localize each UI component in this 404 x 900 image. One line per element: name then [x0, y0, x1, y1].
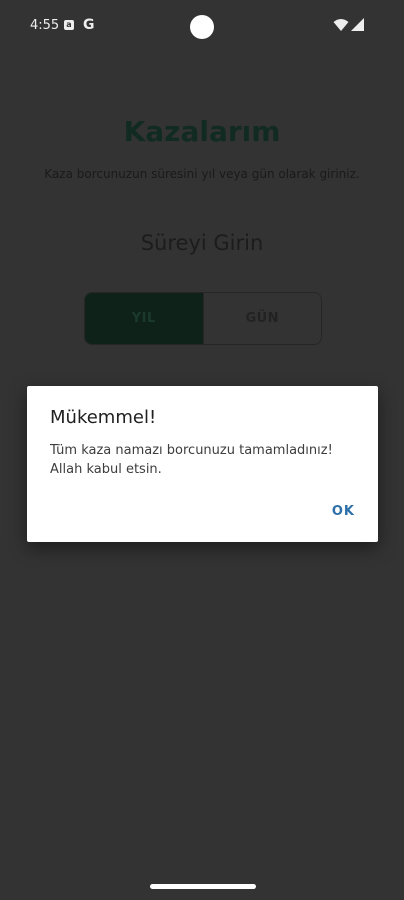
status-time: 4:55: [30, 18, 60, 33]
success-dialog: Mükemmel! Tüm kaza namazı borcunuzu tama…: [27, 386, 378, 542]
segment-yil[interactable]: YIL: [85, 293, 204, 344]
home-indicator[interactable]: [150, 884, 256, 889]
app-subtitle: Kaza borcunuzun süresini yıl veya gün ol…: [44, 167, 360, 181]
signal-icon: [351, 18, 364, 31]
duration-unit-toggle: YIL GÜN: [84, 292, 322, 345]
google-icon: G: [83, 17, 95, 33]
ok-button[interactable]: OK: [332, 503, 355, 521]
status-bar: 4:55 a G: [0, 0, 404, 52]
dialog-message: Tüm kaza namazı borcunuzu tamamladınız! …: [50, 443, 333, 477]
dialog-title: Mükemmel!: [50, 407, 157, 428]
segment-gun[interactable]: GÜN: [203, 293, 321, 344]
app-title: Kazalarım: [123, 115, 281, 148]
app-screen: 4:55 a G Kazalarım Kaza borcunuzun süres…: [0, 0, 404, 900]
section-heading: Süreyi Girin: [140, 231, 264, 255]
camera-cutout: [190, 15, 214, 39]
wifi-icon: [333, 19, 349, 31]
notification-icon: a: [64, 20, 74, 30]
